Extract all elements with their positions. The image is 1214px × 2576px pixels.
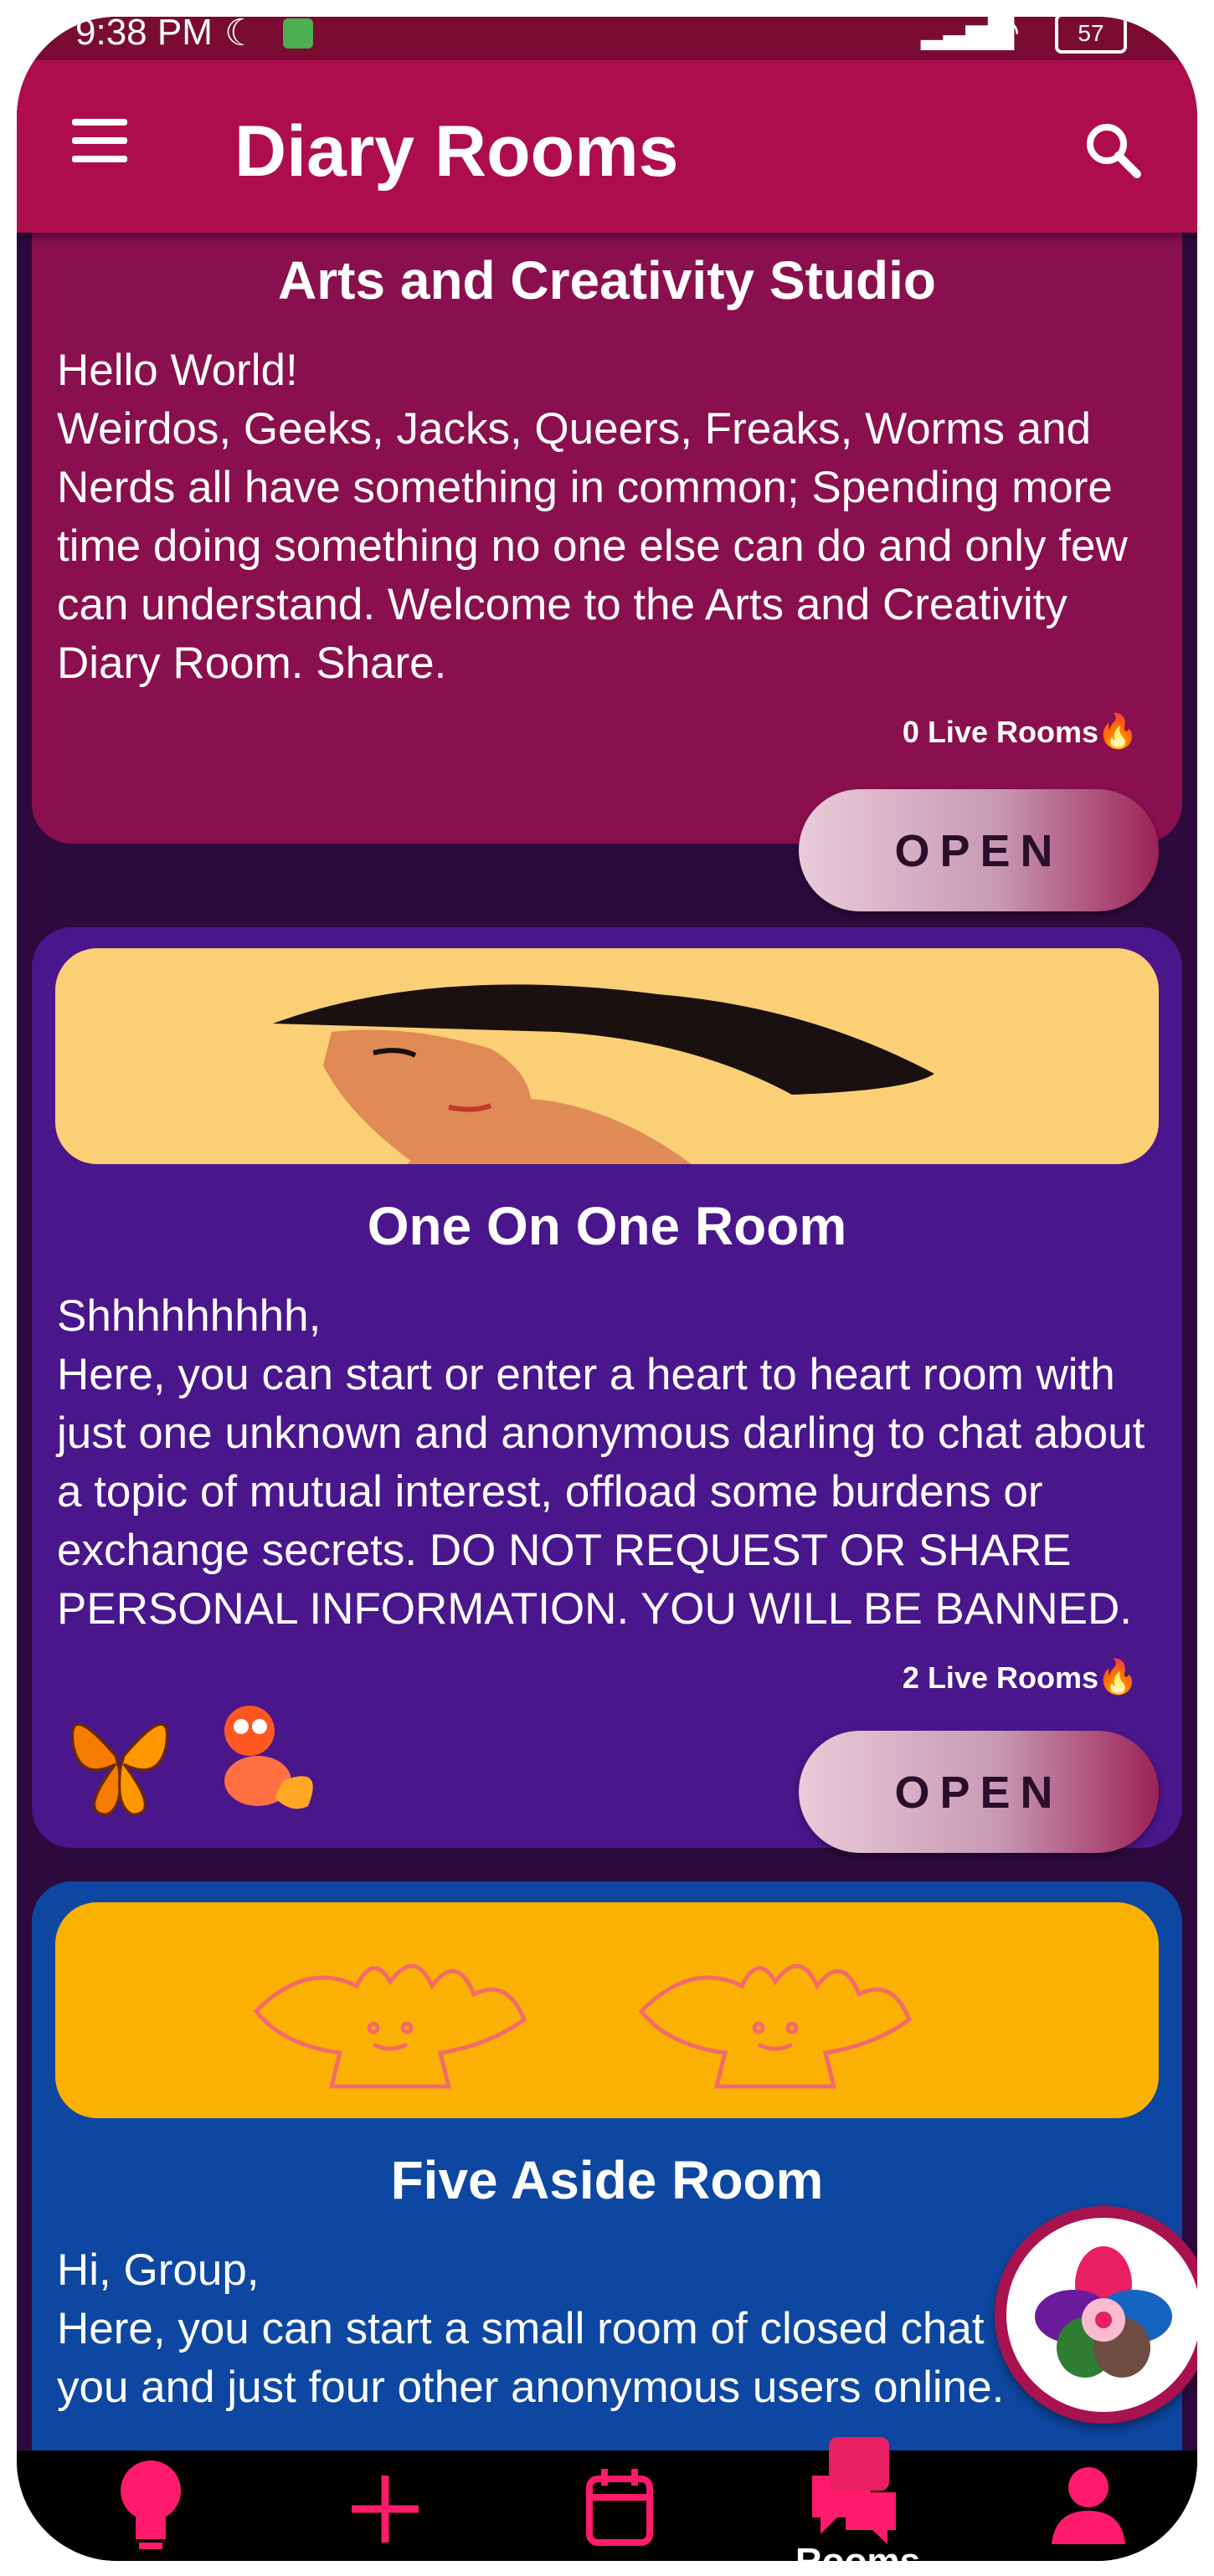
lightbulb-icon (121, 2461, 181, 2549)
room-banner-image (55, 1902, 1159, 2118)
rooms-feed[interactable]: Arts and Creativity Studio Hello World! … (17, 233, 1197, 2450)
search-icon[interactable] (1080, 117, 1147, 184)
do-not-disturb-icon: ☾ (224, 17, 258, 54)
person-icon (1052, 2467, 1125, 2544)
nav-profile[interactable] (1030, 2450, 1147, 2561)
notification-app-icon (283, 18, 313, 49)
wifi-icon: ◠ (988, 17, 1021, 52)
nav-add[interactable] (327, 2450, 444, 2561)
flower-icon (1035, 2246, 1172, 2378)
live-rooms-count: 0 Live Rooms (902, 715, 1098, 749)
room-title: One On One Room (367, 1196, 847, 1256)
battery-indicator: 57 (1055, 17, 1127, 54)
live-rooms-count: 2 Live Rooms (902, 1660, 1098, 1695)
page-title: Diary Rooms (234, 111, 679, 192)
open-button[interactable]: OPEN (799, 789, 1159, 911)
bottom-navigation: Rooms (17, 2437, 1197, 2561)
room-banner-image (55, 948, 1159, 1164)
notification-badge (829, 2437, 889, 2491)
hands-illustration (253, 1963, 913, 2089)
nav-rooms-label: Rooms (795, 2541, 920, 2561)
room-description: Shhhhhhhhh, Here, you can start or enter… (57, 1291, 1145, 1634)
flower-fab-button[interactable] (995, 2206, 1197, 2424)
room-title: Five Aside Room (390, 2150, 824, 2210)
nav-rooms[interactable]: Rooms (795, 2437, 920, 2561)
calendar-icon (586, 2469, 653, 2546)
room-title: Arts and Creativity Studio (278, 250, 936, 310)
room-card-arts: Arts and Creativity Studio Hello World! … (32, 233, 1182, 911)
room-card-one-on-one: One On One Room Shhhhhhhhh, Here, you ca… (32, 927, 1182, 1853)
app-bar: Diary Rooms (17, 60, 1197, 233)
plus-icon (352, 2476, 419, 2543)
phone-screen: 9:38 PM ☾ ▂▃▅▇ ◠ 57 Diary Rooms Arts and… (17, 17, 1197, 2561)
menu-icon[interactable] (72, 119, 127, 169)
status-time: 9:38 PM (75, 17, 213, 53)
butterfly-and-ant-stickers (71, 1706, 313, 1816)
nav-calendar[interactable] (561, 2450, 678, 2561)
open-button[interactable]: OPEN (799, 1731, 1159, 1853)
nav-ideas[interactable] (92, 2450, 209, 2561)
fire-icon: 🔥 (1097, 1659, 1139, 1696)
status-bar: 9:38 PM ☾ ▂▃▅▇ ◠ 57 (17, 17, 1197, 60)
fire-icon: 🔥 (1097, 713, 1139, 750)
room-description: Hello World! Weirdos, Geeks, Jacks, Quee… (57, 346, 1128, 688)
woman-illustration (273, 984, 934, 1164)
